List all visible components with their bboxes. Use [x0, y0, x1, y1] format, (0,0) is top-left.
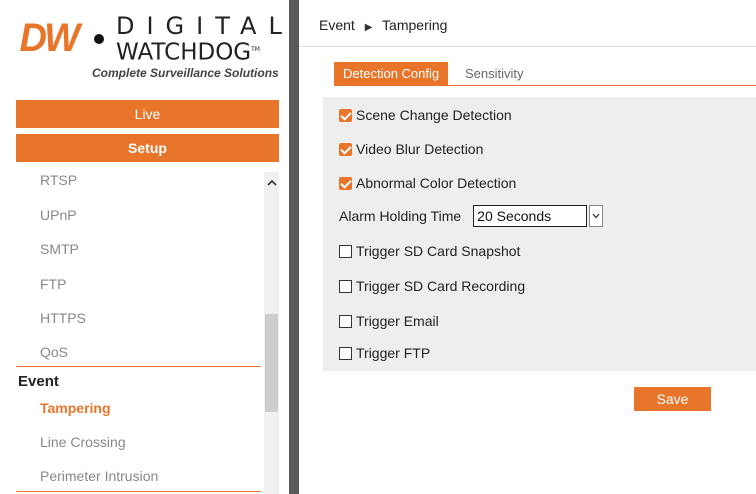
sidebar-group-event: Event: [18, 373, 59, 390]
sidebar-scrollbar[interactable]: [264, 172, 279, 494]
sidebar-item-rtsp[interactable]: RTSP: [40, 172, 77, 188]
sidebar-item-upnp[interactable]: UPnP: [40, 207, 77, 223]
sidebar-item-qos[interactable]: QoS: [40, 344, 68, 360]
abnormal-color-label: Abnormal Color Detection: [356, 175, 517, 191]
scene-change-label: Scene Change Detection: [356, 107, 512, 123]
video-blur-row: Video Blur Detection: [339, 141, 483, 157]
video-blur-label: Video Blur Detection: [356, 141, 484, 157]
alarm-holding-select[interactable]: 20 Seconds: [473, 205, 588, 227]
menu-divider: [16, 491, 261, 492]
sd-recording-checkbox[interactable]: [339, 279, 352, 293]
logo-line2: WATCHDOGTM: [116, 39, 260, 66]
email-row: Trigger Email: [339, 313, 439, 329]
sd-snapshot-row: Trigger SD Card Snapshot: [339, 243, 520, 259]
chevron-down-icon[interactable]: [589, 205, 604, 227]
abnormal-color-row: Abnormal Color Detection: [339, 175, 516, 191]
tab-sensitivity[interactable]: Sensitivity: [465, 62, 524, 85]
menu-divider: [16, 366, 261, 367]
detection-config-panel: Scene Change Detection Video Blur Detect…: [323, 97, 756, 371]
sidebar-item-https[interactable]: HTTPS: [40, 310, 86, 326]
ftp-row: Trigger FTP: [339, 345, 430, 361]
alarm-holding-label: Alarm Holding Time: [339, 208, 462, 224]
sidebar-item-ftp[interactable]: FTP: [40, 276, 66, 292]
scrollbar-thumb[interactable]: [265, 314, 278, 412]
app-window: DW DIGITAL WATCHDOGTM Complete Surveilla…: [0, 0, 756, 494]
sidebar-item-smtp[interactable]: SMTP: [40, 241, 79, 257]
tab-underline: [334, 85, 756, 86]
setup-menu: RTSP UPnP SMTP FTP HTTPS QoS Event Tampe…: [16, 166, 280, 494]
setup-button[interactable]: Setup: [16, 134, 279, 162]
chevron-up-icon[interactable]: [264, 176, 279, 192]
video-blur-checkbox[interactable]: [339, 142, 352, 156]
live-button[interactable]: Live: [16, 100, 279, 128]
sidebar-item-perimeter-intrusion[interactable]: Perimeter Intrusion: [40, 468, 158, 484]
sd-recording-row: Trigger SD Card Recording: [339, 278, 525, 294]
sd-snapshot-label: Trigger SD Card Snapshot: [356, 243, 521, 259]
panel-divider: [289, 0, 299, 494]
breadcrumb-page: Tampering: [382, 17, 448, 33]
save-button[interactable]: Save: [634, 387, 711, 411]
email-label: Trigger Email: [356, 313, 439, 329]
scene-change-checkbox[interactable]: [339, 108, 352, 122]
breadcrumb-section: Event: [319, 17, 355, 33]
sd-recording-label: Trigger SD Card Recording: [356, 278, 526, 294]
scene-change-row: Scene Change Detection: [339, 107, 512, 123]
tab-detection-config[interactable]: Detection Config: [334, 62, 449, 85]
email-checkbox[interactable]: [339, 314, 352, 328]
sidebar-item-tampering[interactable]: Tampering: [40, 400, 111, 416]
sidebar: DW DIGITAL WATCHDOGTM Complete Surveilla…: [0, 0, 287, 494]
sd-snapshot-checkbox[interactable]: [339, 244, 352, 258]
breadcrumb: Event ▶ Tampering: [319, 17, 447, 33]
logo-dot-icon: [94, 34, 104, 44]
main-content: Event ▶ Tampering Detection Config Sensi…: [299, 0, 756, 494]
ftp-checkbox[interactable]: [339, 346, 352, 360]
triangle-right-icon: ▶: [364, 22, 373, 33]
logo-line1: DIGITAL: [116, 12, 294, 40]
header-divider: [299, 46, 756, 47]
abnormal-color-checkbox[interactable]: [339, 176, 352, 190]
brand-logo: DW DIGITAL WATCHDOGTM Complete Surveilla…: [16, 6, 282, 88]
ftp-label: Trigger FTP: [356, 345, 431, 361]
logo-tagline: Complete Surveillance Solutions: [92, 66, 279, 80]
alarm-holding-row: Alarm Holding Time 20 Seconds: [339, 205, 604, 227]
logo-dw-mark: DW: [19, 16, 80, 60]
sidebar-item-line-crossing[interactable]: Line Crossing: [40, 434, 126, 450]
